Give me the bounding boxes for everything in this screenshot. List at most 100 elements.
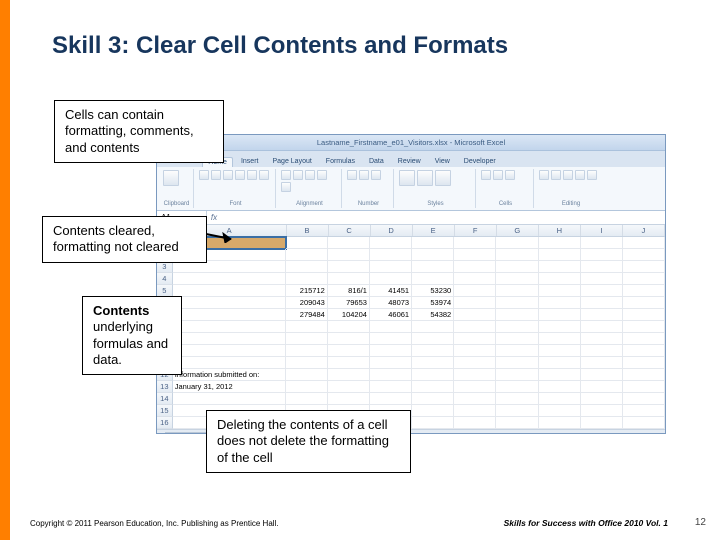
col-D[interactable]: D bbox=[371, 225, 413, 236]
cell-E8[interactable] bbox=[412, 321, 454, 333]
cell-B3[interactable] bbox=[286, 261, 328, 273]
cell-D9[interactable] bbox=[370, 333, 412, 345]
align-right-icon[interactable] bbox=[305, 170, 315, 180]
cell-J3[interactable] bbox=[623, 261, 665, 273]
cell-F2[interactable] bbox=[454, 249, 496, 261]
cell-G12[interactable] bbox=[496, 369, 538, 381]
cell-D8[interactable] bbox=[370, 321, 412, 333]
cell-J7[interactable] bbox=[623, 309, 665, 321]
cell-A5[interactable] bbox=[173, 285, 286, 297]
autosum-icon[interactable] bbox=[539, 170, 549, 180]
cell-B6[interactable]: 209043 bbox=[286, 297, 328, 309]
col-E[interactable]: E bbox=[413, 225, 455, 236]
row-header[interactable]: 3 bbox=[157, 261, 173, 273]
cell-H2[interactable] bbox=[539, 249, 581, 261]
row-header[interactable]: 13 bbox=[157, 381, 173, 393]
format-table-icon[interactable] bbox=[417, 170, 433, 186]
cell-A13[interactable]: January 31, 2012 bbox=[173, 381, 286, 393]
cell-H14[interactable] bbox=[539, 393, 581, 405]
cell-D5[interactable]: 41451 bbox=[370, 285, 412, 297]
cell-J11[interactable] bbox=[623, 357, 665, 369]
cell-B10[interactable] bbox=[286, 345, 328, 357]
cell-J15[interactable] bbox=[623, 405, 665, 417]
cell-I6[interactable] bbox=[581, 297, 623, 309]
col-B[interactable]: B bbox=[287, 225, 329, 236]
cell-I7[interactable] bbox=[581, 309, 623, 321]
cell-F11[interactable] bbox=[454, 357, 496, 369]
col-I[interactable]: I bbox=[581, 225, 623, 236]
cell-G14[interactable] bbox=[496, 393, 538, 405]
cell-C2[interactable] bbox=[328, 249, 370, 261]
cell-G13[interactable] bbox=[496, 381, 538, 393]
cell-D7[interactable]: 46061 bbox=[370, 309, 412, 321]
border-icon[interactable] bbox=[235, 170, 245, 180]
cell-G9[interactable] bbox=[496, 333, 538, 345]
col-H[interactable]: H bbox=[539, 225, 581, 236]
col-G[interactable]: G bbox=[497, 225, 539, 236]
cell-styles-icon[interactable] bbox=[435, 170, 451, 186]
formula-input[interactable] bbox=[221, 211, 665, 224]
cell-H11[interactable] bbox=[539, 357, 581, 369]
cell-J12[interactable] bbox=[623, 369, 665, 381]
cell-D6[interactable]: 48073 bbox=[370, 297, 412, 309]
cell-J1[interactable] bbox=[623, 237, 665, 249]
clear-icon[interactable] bbox=[563, 170, 573, 180]
cell-C14[interactable] bbox=[328, 393, 370, 405]
currency-icon[interactable] bbox=[347, 170, 357, 180]
paste-icon[interactable] bbox=[163, 170, 179, 186]
format-cells-icon[interactable] bbox=[505, 170, 515, 180]
cell-G4[interactable] bbox=[496, 273, 538, 285]
cell-B12[interactable] bbox=[286, 369, 328, 381]
cell-I11[interactable] bbox=[581, 357, 623, 369]
cell-E2[interactable] bbox=[412, 249, 454, 261]
cell-J9[interactable] bbox=[623, 333, 665, 345]
cell-H13[interactable] bbox=[539, 381, 581, 393]
cell-B1[interactable] bbox=[286, 237, 328, 249]
cell-F8[interactable] bbox=[454, 321, 496, 333]
cell-I8[interactable] bbox=[581, 321, 623, 333]
cell-H6[interactable] bbox=[539, 297, 581, 309]
cell-I16[interactable] bbox=[581, 417, 623, 429]
row-header[interactable]: 16 bbox=[157, 417, 173, 429]
cell-G16[interactable] bbox=[496, 417, 538, 429]
cell-C12[interactable] bbox=[328, 369, 370, 381]
underline-icon[interactable] bbox=[223, 170, 233, 180]
wrap-text-icon[interactable] bbox=[317, 170, 327, 180]
cell-I12[interactable] bbox=[581, 369, 623, 381]
cell-D3[interactable] bbox=[370, 261, 412, 273]
cell-F15[interactable] bbox=[454, 405, 496, 417]
cell-A9[interactable] bbox=[173, 333, 286, 345]
cell-F12[interactable] bbox=[454, 369, 496, 381]
cell-H10[interactable] bbox=[539, 345, 581, 357]
cell-F1[interactable] bbox=[454, 237, 496, 249]
tab-formulas[interactable]: Formulas bbox=[320, 156, 361, 167]
tab-review[interactable]: Review bbox=[392, 156, 427, 167]
cell-E1[interactable] bbox=[412, 237, 454, 249]
cell-E7[interactable]: 54382 bbox=[412, 309, 454, 321]
cell-A11[interactable] bbox=[173, 357, 286, 369]
cell-G3[interactable] bbox=[496, 261, 538, 273]
cell-D4[interactable] bbox=[370, 273, 412, 285]
cell-C13[interactable] bbox=[328, 381, 370, 393]
align-center-icon[interactable] bbox=[293, 170, 303, 180]
cell-G8[interactable] bbox=[496, 321, 538, 333]
cell-E16[interactable] bbox=[412, 417, 454, 429]
cell-G1[interactable] bbox=[496, 237, 538, 249]
col-F[interactable]: F bbox=[455, 225, 497, 236]
insert-cells-icon[interactable] bbox=[481, 170, 491, 180]
cell-F4[interactable] bbox=[454, 273, 496, 285]
cell-F6[interactable] bbox=[454, 297, 496, 309]
worksheet-grid[interactable]: A B C D E F G H I J 1Revenue234521571281… bbox=[157, 225, 665, 429]
cell-F14[interactable] bbox=[454, 393, 496, 405]
cell-I13[interactable] bbox=[581, 381, 623, 393]
cell-H15[interactable] bbox=[539, 405, 581, 417]
cell-G10[interactable] bbox=[496, 345, 538, 357]
cell-F13[interactable] bbox=[454, 381, 496, 393]
cell-I4[interactable] bbox=[581, 273, 623, 285]
cell-B11[interactable] bbox=[286, 357, 328, 369]
cell-I15[interactable] bbox=[581, 405, 623, 417]
cell-E6[interactable]: 53974 bbox=[412, 297, 454, 309]
sheet-tab-visitors[interactable]: Visitors bbox=[165, 432, 206, 435]
cell-E10[interactable] bbox=[412, 345, 454, 357]
cell-C11[interactable] bbox=[328, 357, 370, 369]
